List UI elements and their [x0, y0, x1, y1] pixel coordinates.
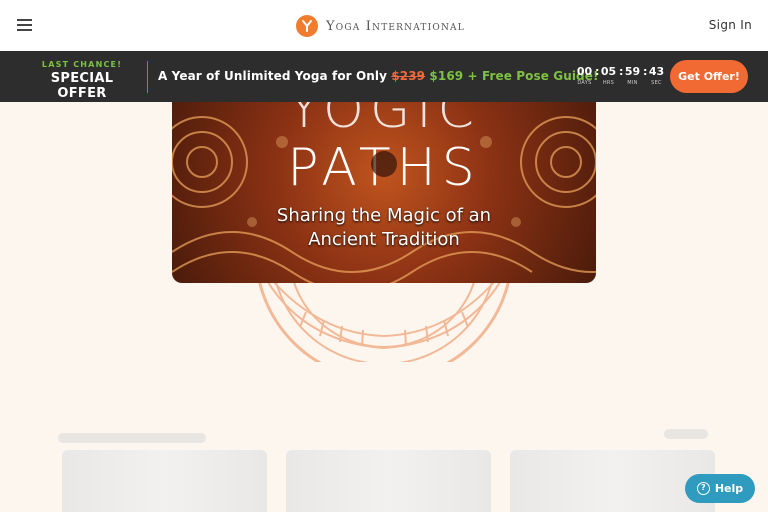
hero-subtitle-line1: Sharing the Magic of an — [276, 205, 492, 226]
special-offer-text: SPECIAL OFFER — [50, 71, 114, 101]
sign-in-link[interactable]: Sign In — [709, 18, 752, 32]
site-header: Yoga International Sign In — [0, 0, 768, 51]
content-card-placeholder[interactable] — [510, 450, 715, 512]
promo-banner: LAST CHANCE! SPECIAL OFFER A Year of Unl… — [0, 51, 768, 102]
countdown-hours: 05 HRS — [600, 65, 617, 86]
play-icon[interactable] — [371, 151, 397, 177]
new-price: $169 — [429, 69, 464, 83]
help-label: Help — [714, 482, 744, 495]
hero-subtitle-line2: Ancient Tradition — [308, 229, 460, 250]
promo-divider — [147, 61, 148, 93]
section-title-placeholder — [58, 433, 206, 443]
content-card-placeholder[interactable] — [286, 450, 491, 512]
hero-section: YOGIC PATHS Sharing the Magic of an Anci… — [0, 102, 768, 362]
logo-icon — [296, 15, 318, 37]
hero-banner-image[interactable]: YOGIC PATHS Sharing the Magic of an Anci… — [172, 102, 596, 283]
get-offer-button[interactable]: Get Offer! — [670, 60, 748, 93]
help-button[interactable]: ? Help — [685, 474, 755, 503]
last-chance-text: LAST CHANCE! — [41, 60, 123, 69]
logo-text: Yoga International — [326, 18, 465, 34]
hero-subtitle: Sharing the Magic of an Ancient Traditio… — [172, 204, 596, 252]
countdown-timer: 00 DAYS : 05 HRS : 59 MIN : 43 SEC — [574, 65, 667, 86]
help-icon: ? — [696, 482, 710, 495]
content-card-placeholder[interactable] — [62, 450, 267, 512]
old-price: $239 — [391, 69, 426, 83]
promo-message: A Year of Unlimited Yoga for Only $239 $… — [158, 69, 599, 83]
site-logo[interactable]: Yoga International — [296, 14, 465, 38]
hero-title-line1: YOGIC — [288, 102, 480, 140]
countdown-seconds: 43 SEC — [648, 65, 665, 86]
promo-text-prefix: A Year of Unlimited Yoga for Only — [158, 69, 392, 83]
see-all-placeholder — [664, 429, 708, 439]
countdown-minutes: 59 MIN — [624, 65, 641, 86]
promo-label: LAST CHANCE! SPECIAL OFFER — [26, 60, 138, 101]
countdown-days: 00 DAYS — [576, 65, 593, 86]
hamburger-icon[interactable] — [17, 19, 32, 31]
